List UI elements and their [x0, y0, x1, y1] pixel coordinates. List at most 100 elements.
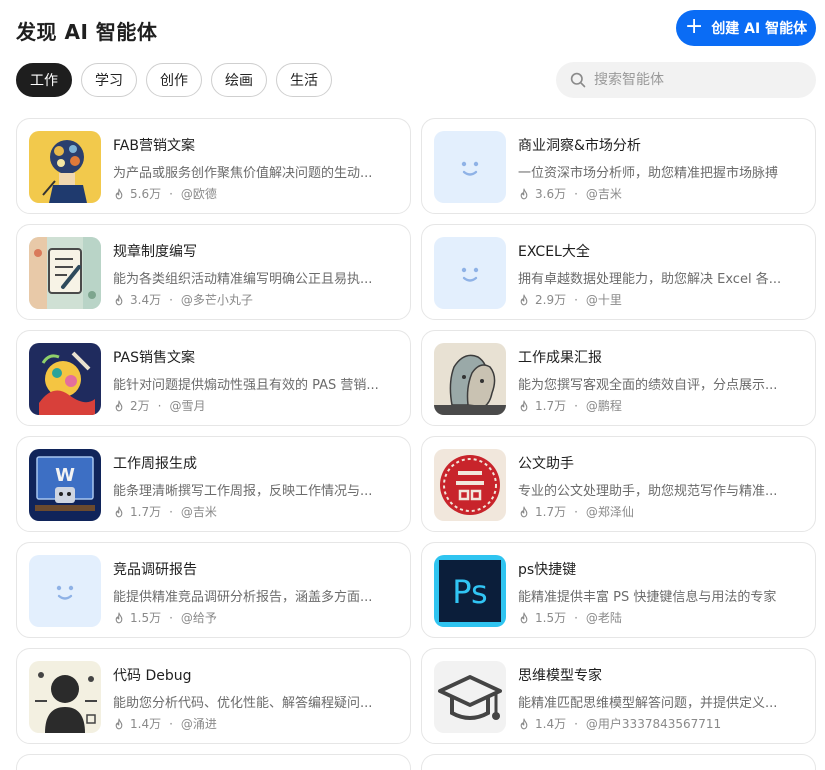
usage-count: 1.4万	[130, 717, 162, 731]
search-box[interactable]	[556, 62, 816, 98]
agent-title: 工作周报生成	[113, 456, 197, 472]
tab-life[interactable]: 生活	[276, 63, 332, 97]
usage-count: 3.4万	[130, 293, 162, 307]
fire-icon	[115, 399, 123, 411]
author-name: @老陆	[585, 611, 622, 625]
agent-meta: 1.7万 · @吉米	[113, 503, 217, 520]
separator-dot: ·	[574, 504, 578, 519]
agent-meta: 3.4万 · @多芒小丸子	[113, 291, 253, 308]
agent-description: 专业的公文处理助手，助您规范写作与精准...	[518, 484, 778, 499]
agent-card[interactable]: EXCEL大全 拥有卓越数据处理能力，助您解决 Excel 各... 2.9万 …	[421, 224, 816, 320]
tab-study[interactable]: 学习	[81, 63, 137, 97]
agent-description: 能精准匹配思维模型解答问题，并提供定义...	[518, 696, 778, 711]
fire-icon	[115, 717, 123, 729]
agent-card[interactable]: W 工作周报生成 能条理清晰撰写工作周报，反映工作情况与... 1.7万 · @…	[16, 436, 411, 532]
fire-icon	[115, 505, 123, 517]
create-agent-button[interactable]: + 创建 AI 智能体	[676, 10, 816, 46]
agent-description: 能为各类组织活动精准编写明确公正且易执...	[113, 272, 373, 287]
agent-title: 工作成果汇报	[518, 350, 602, 366]
document-pen-icon	[29, 237, 101, 309]
agent-meta: 2.9万 · @十里	[518, 291, 622, 308]
agent-meta: 1.7万 · @郑泽仙	[518, 503, 634, 520]
usage-count: 1.7万	[535, 399, 567, 413]
faces-illustration-icon	[434, 343, 506, 415]
fire-icon	[115, 611, 123, 623]
tab-create[interactable]: 创作	[146, 63, 202, 97]
agent-card[interactable]: 竞品调研报告 能提供精准竞品调研分析报告，涵盖多方面... 1.5万 · @给予	[16, 542, 411, 638]
agent-grid: FAB营销文案 为产品或服务创作聚焦价值解决问题的生动... 5.6万 · @欧…	[16, 118, 816, 770]
usage-count: 5.6万	[130, 187, 162, 201]
author-name: @鹏程	[585, 399, 622, 413]
agent-card[interactable]: FAB营销文案 为产品或服务创作聚焦价值解决问题的生动... 5.6万 · @欧…	[16, 118, 411, 214]
agent-card[interactable]: PAS销售文案 能针对问题提供煽动性强且有效的 PAS 营销... 2万 · @…	[16, 330, 411, 426]
agent-meta: 1.7万 · @鹏程	[518, 397, 622, 414]
agent-description: 能助您分析代码、优化性能、解答编程疑问...	[113, 696, 373, 711]
tab-work[interactable]: 工作	[16, 63, 72, 97]
separator-dot: ·	[157, 398, 162, 413]
author-name: @吉米	[180, 505, 217, 519]
red-seal-icon	[434, 449, 506, 521]
agent-description: 拥有卓越数据处理能力，助您解决 Excel 各...	[518, 272, 782, 287]
agent-title: EXCEL大全	[518, 244, 590, 260]
separator-dot: ·	[169, 504, 173, 519]
author-name: @十里	[585, 293, 622, 307]
fire-icon	[115, 293, 123, 305]
agent-card[interactable]: 代码 Debug 能助您分析代码、优化性能、解答编程疑问... 1.4万 · @…	[16, 648, 411, 744]
usage-count: 1.7万	[130, 505, 162, 519]
coder-silhouette-icon	[29, 661, 101, 733]
agent-title: 商业洞察&市场分析	[518, 138, 641, 154]
create-agent-label: 创建 AI 智能体	[711, 21, 808, 37]
agent-title: 思维模型专家	[518, 668, 602, 684]
agent-description: 能针对问题提供煽动性强且有效的 PAS 营销...	[113, 378, 379, 393]
smiley-placeholder-icon	[434, 237, 506, 309]
author-name: @吉米	[585, 187, 622, 201]
agent-title: 代码 Debug	[113, 668, 192, 684]
agent-title: FAB营销文案	[113, 138, 195, 154]
category-tabs: 工作 学习 创作 绘画 生活	[16, 63, 332, 97]
agent-card[interactable]: Ps ps快捷键 能精准提供丰富 PS 快捷键信息与用法的专家 1.5万 · @…	[421, 542, 816, 638]
fire-icon	[115, 187, 123, 199]
agent-card[interactable]: 工作成果汇报 能为您撰写客观全面的绩效自评，分点展示... 1.7万 · @鹏程	[421, 330, 816, 426]
separator-dot: ·	[169, 716, 173, 731]
tab-drawing[interactable]: 绘画	[211, 63, 267, 97]
agent-meta: 3.6万 · @吉米	[518, 185, 622, 202]
usage-count: 1.4万	[535, 717, 567, 731]
fire-icon	[520, 293, 528, 305]
author-name: @雪月	[169, 399, 206, 413]
robot-desk-icon: W	[29, 449, 101, 521]
separator-dot: ·	[169, 292, 173, 307]
separator-dot: ·	[169, 186, 173, 201]
usage-count: 3.6万	[535, 187, 567, 201]
agent-discovery-page: 发现 AI 智能体 + 创建 AI 智能体 工作 学习 创作 绘画 生活 FAB…	[0, 0, 825, 770]
agent-card[interactable]: 规章制度编写 能为各类组织活动精准编写明确公正且易执... 3.4万 · @多芒…	[16, 224, 411, 320]
author-name: @多芒小丸子	[180, 293, 253, 307]
agent-meta: 1.4万 · @涌进	[113, 715, 217, 732]
agent-card-partial[interactable]	[16, 754, 411, 770]
fire-icon	[520, 399, 528, 411]
agent-card-partial[interactable]	[421, 754, 816, 770]
colorful-art-icon	[29, 343, 101, 415]
agent-meta: 2万 · @雪月	[113, 397, 205, 414]
usage-count: 2.9万	[535, 293, 567, 307]
smiley-placeholder-icon	[434, 131, 506, 203]
svg-text:W: W	[55, 465, 75, 486]
agent-card[interactable]: 商业洞察&市场分析 一位资深市场分析师，助您精准把握市场脉搏 3.6万 · @吉…	[421, 118, 816, 214]
agent-description: 能精准提供丰富 PS 快捷键信息与用法的专家	[518, 590, 777, 605]
agent-card[interactable]: 公文助手 专业的公文处理助手，助您规范写作与精准... 1.7万 · @郑泽仙	[421, 436, 816, 532]
agent-title: ps快捷键	[518, 562, 577, 578]
author-name: @欧德	[180, 187, 217, 201]
agent-card[interactable]: 思维模型专家 能精准匹配思维模型解答问题，并提供定义... 1.4万 · @用户…	[421, 648, 816, 744]
search-input[interactable]	[592, 71, 796, 89]
agent-description: 一位资深市场分析师，助您精准把握市场脉搏	[518, 166, 779, 181]
usage-count: 2万	[130, 399, 150, 413]
agent-meta: 1.4万 · @用户3337843567711	[518, 715, 721, 732]
header: 发现 AI 智能体 + 创建 AI 智能体	[16, 10, 816, 48]
agent-title: 公文助手	[518, 456, 574, 472]
author-name: @用户3337843567711	[585, 717, 722, 731]
separator-dot: ·	[574, 610, 578, 625]
fire-icon	[520, 187, 528, 199]
separator-dot: ·	[169, 610, 173, 625]
agent-title: PAS销售文案	[113, 350, 196, 366]
fire-icon	[520, 717, 528, 729]
fire-icon	[520, 505, 528, 517]
